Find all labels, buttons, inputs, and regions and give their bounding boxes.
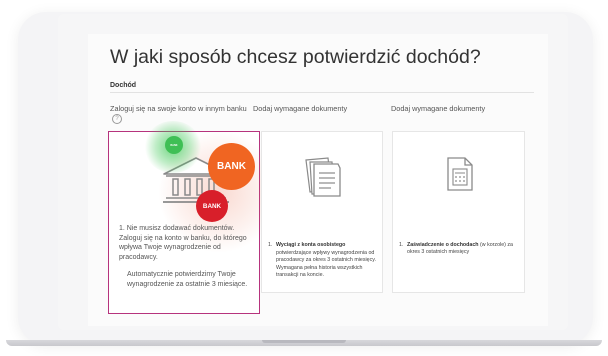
bank-badge-green: BANK — [165, 136, 183, 154]
option-3-heading: Dodaj wymagane dokumenty — [391, 104, 486, 113]
option-1-paragraph-1: 1. Nie musisz dodawać dokumentów. Zalogu… — [119, 225, 247, 261]
option-1-paragraph-2: Automatycznie potwierdzimy Twoje wynagro… — [127, 271, 248, 288]
page-title: W jaki sposób chcesz potwierdzić dochód? — [110, 46, 481, 68]
option-3-item-text: Zaświadczenie o dochodach (w korzole) za… — [407, 242, 521, 257]
option-3-item-number: 1. — [399, 242, 404, 248]
option-1-heading-text: Zaloguj się na swoje konto w innym banku — [110, 104, 247, 113]
option-2-item-number: 1. — [268, 242, 273, 248]
option-2-item-title: Wyciągi z konta osobistego — [276, 242, 346, 248]
browser-viewport: W jaki sposób chcesz potwierdzić dochód?… — [88, 34, 548, 326]
section-divider — [110, 92, 534, 93]
option-card-bank-statements[interactable]: 1. Wyciągi z konta osobistego potwierdza… — [261, 131, 383, 293]
laptop-notch — [262, 340, 346, 343]
section-label: Dochód — [110, 82, 137, 89]
help-icon[interactable]: ? — [112, 113, 122, 124]
option-2-item-body: potwierdzające wpływy wynagrodzenia od p… — [276, 250, 376, 278]
bank-badge-orange: BANK — [208, 143, 255, 190]
option-2-heading: Dodaj wymagane dokumenty — [253, 104, 348, 113]
calculator-document-icon — [447, 157, 473, 191]
bank-badge-red: BANK — [196, 190, 228, 222]
option-3-item-title: Zaświadczenie o dochodach — [407, 242, 479, 248]
documents-stack-icon — [305, 157, 341, 197]
option-card-income-certificate[interactable]: 1. Zaświadczenie o dochodach (w korzole)… — [392, 131, 525, 293]
